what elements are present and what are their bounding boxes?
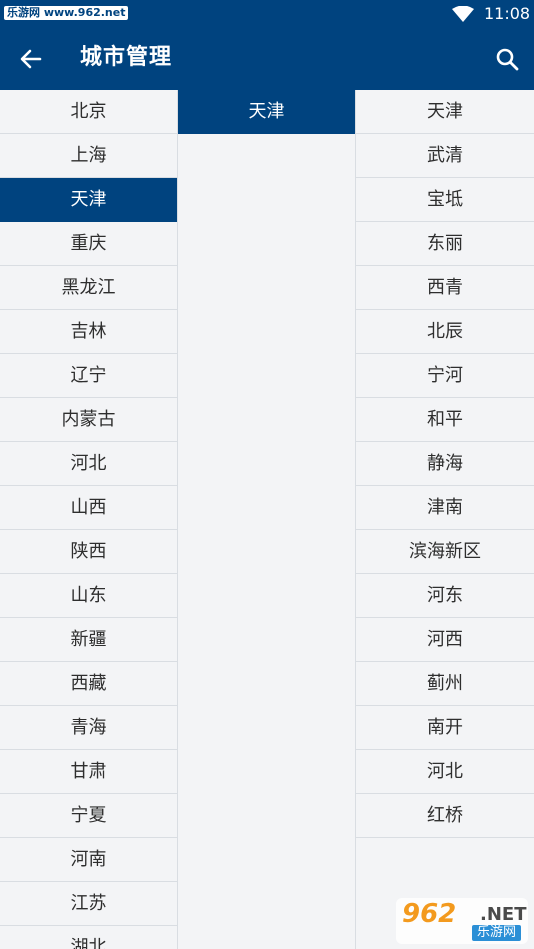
watermark-text: 乐游网 www.962.net	[4, 6, 129, 20]
province-item[interactable]: 北京	[0, 90, 177, 134]
district-item[interactable]: 滨海新区	[356, 530, 534, 574]
province-item[interactable]: 河北	[0, 442, 177, 486]
district-item[interactable]: 红桥	[356, 794, 534, 838]
district-item[interactable]: 河东	[356, 574, 534, 618]
province-item[interactable]: 山西	[0, 486, 177, 530]
search-button[interactable]	[492, 44, 524, 76]
province-item[interactable]: 山东	[0, 574, 177, 618]
province-item[interactable]: 江苏	[0, 882, 177, 926]
province-item[interactable]: 内蒙古	[0, 398, 177, 442]
district-item[interactable]: 宝坻	[356, 178, 534, 222]
province-item[interactable]: 重庆	[0, 222, 177, 266]
province-item[interactable]: 河南	[0, 838, 177, 882]
watermark-logo: 962 .NET 乐游网	[396, 898, 528, 944]
arrow-left-icon	[20, 49, 42, 69]
province-item[interactable]: 新疆	[0, 618, 177, 662]
province-item[interactable]: 黑龙江	[0, 266, 177, 310]
district-item[interactable]: 宁河	[356, 354, 534, 398]
province-item[interactable]: 吉林	[0, 310, 177, 354]
watermark-logo-net: .NET	[480, 904, 527, 925]
district-item[interactable]: 静海	[356, 442, 534, 486]
district-item[interactable]: 河西	[356, 618, 534, 662]
city-list[interactable]: 天津	[178, 90, 356, 949]
province-item[interactable]: 天津	[0, 178, 177, 222]
back-button[interactable]	[14, 44, 48, 74]
province-item[interactable]: 湖北	[0, 926, 177, 949]
page-title: 城市管理	[80, 45, 173, 70]
province-item[interactable]: 宁夏	[0, 794, 177, 838]
district-item[interactable]: 蓟州	[356, 662, 534, 706]
watermark-logo-sub: 乐游网	[472, 925, 522, 941]
district-item[interactable]: 南开	[356, 706, 534, 750]
province-item[interactable]: 青海	[0, 706, 177, 750]
status-time: 11:08	[484, 4, 531, 23]
status-bar: 乐游网 www.962.net 11:08	[0, 0, 534, 28]
district-item[interactable]: 津南	[356, 486, 534, 530]
district-item[interactable]: 天津	[356, 90, 534, 134]
district-item[interactable]: 东丽	[356, 222, 534, 266]
district-list[interactable]: 天津 武清 宝坻 东丽 西青 北辰 宁河 和平 静海 津南 滨海新区 河东 河西 蓟州 南开 河北 红桥	[356, 90, 534, 949]
province-item[interactable]: 上海	[0, 134, 177, 178]
district-item[interactable]: 北辰	[356, 310, 534, 354]
watermark-logo-main: 962	[402, 899, 457, 929]
province-item[interactable]: 西藏	[0, 662, 177, 706]
province-item[interactable]: 甘肃	[0, 750, 177, 794]
province-item[interactable]: 辽宁	[0, 354, 177, 398]
province-item[interactable]: 陕西	[0, 530, 177, 574]
district-item[interactable]: 武清	[356, 134, 534, 178]
app-bar: 城市管理	[0, 28, 534, 90]
district-item[interactable]: 和平	[356, 398, 534, 442]
wifi-icon	[452, 6, 474, 22]
search-icon	[496, 48, 519, 71]
province-list[interactable]: 北京 上海 天津 重庆 黑龙江 吉林 辽宁 内蒙古 河北 山西 陕西 山东 新疆 西藏 青海 甘肃 宁夏 河南 江苏…	[0, 90, 178, 949]
city-item[interactable]: 天津	[178, 90, 355, 134]
district-item[interactable]: 河北	[356, 750, 534, 794]
district-item[interactable]: 西青	[356, 266, 534, 310]
